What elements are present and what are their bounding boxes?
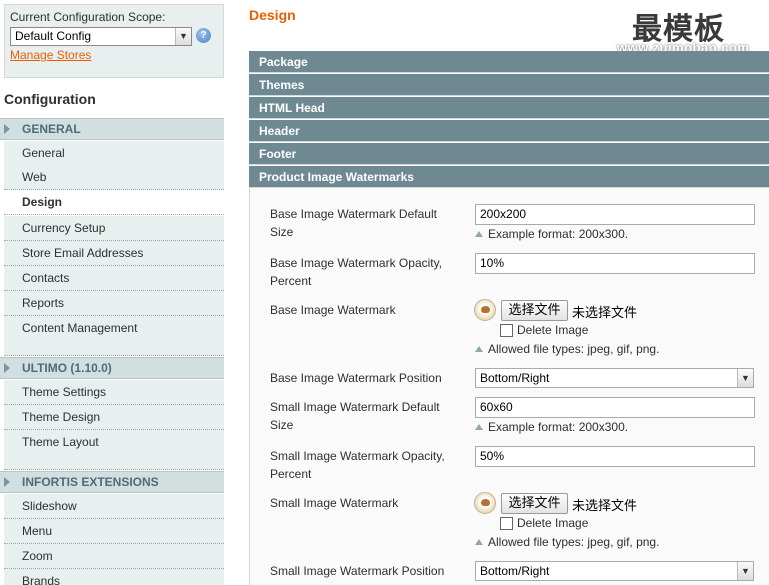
base-delete-checkbox[interactable] (500, 324, 513, 337)
sidebar-item-store-email-addresses[interactable]: Store Email Addresses (4, 241, 224, 266)
small-position-select[interactable]: Bottom/Right ▼ (475, 561, 754, 581)
small-size-hint: Example format: 200x300. (475, 420, 628, 434)
triangle-up-icon (475, 231, 483, 237)
base-opacity-input[interactable]: 10% (475, 253, 755, 274)
sidebar-item-slideshow[interactable]: Slideshow (4, 494, 224, 519)
triangle-up-icon (475, 424, 483, 430)
fieldset-themes[interactable]: Themes (249, 74, 769, 96)
sidebar-item-zoom[interactable]: Zoom (4, 544, 224, 569)
scope-label: Current Configuration Scope: (10, 10, 166, 24)
base-size-hint: Example format: 200x300. (475, 227, 628, 241)
triangle-up-icon (475, 539, 483, 545)
small-position-label: Small Image Watermark Position (270, 564, 445, 578)
hint-text: Allowed file types: jpeg, gif, png. (488, 535, 660, 549)
image-preview-icon[interactable] (474, 492, 496, 514)
sidebar-section-general[interactable]: GENERAL (0, 118, 224, 140)
base-file-button[interactable]: 选择文件 (501, 300, 568, 321)
base-opacity-label: Base Image Watermark Opacity, Percent (270, 256, 443, 288)
small-opacity-label: Small Image Watermark Opacity, Percent (270, 449, 445, 481)
sidebar-item-content-management[interactable]: Content Management (4, 316, 224, 356)
base-position-value: Bottom/Right (480, 371, 550, 385)
image-preview-icon[interactable] (474, 299, 496, 321)
fieldset-header[interactable]: Header (249, 120, 769, 142)
sidebar-item-web[interactable]: Web (4, 165, 224, 190)
sidebar-item-theme-layout[interactable]: Theme Layout (4, 430, 224, 470)
small-opacity-input[interactable]: 50% (475, 446, 755, 467)
fieldset-package[interactable]: Package (249, 51, 769, 73)
triangle-up-icon (475, 346, 483, 352)
sidebar-item-contacts[interactable]: Contacts (4, 266, 224, 291)
chevron-down-icon: ▼ (175, 28, 191, 45)
sidebar-item-menu[interactable]: Menu (4, 519, 224, 544)
base-file-status: 未选择文件 (572, 306, 638, 321)
sidebar: Current Configuration Scope: Default Con… (0, 0, 224, 585)
triangle-right-icon (4, 363, 10, 373)
sidebar-item-currency-setup[interactable]: Currency Setup (4, 216, 224, 241)
sidebar-section-ultimo[interactable]: ULTIMO (1.10.0) (0, 357, 224, 379)
scope-select-value: Default Config (15, 29, 92, 43)
small-delete-label[interactable]: Delete Image (517, 516, 588, 530)
sidebar-title: Configuration (0, 80, 224, 118)
base-size-input[interactable]: 200x200 (475, 204, 755, 225)
triangle-right-icon (4, 124, 10, 134)
small-file-button[interactable]: 选择文件 (501, 493, 568, 514)
small-delete-checkbox[interactable] (500, 517, 513, 530)
chevron-down-icon: ▼ (737, 562, 753, 580)
small-size-label: Small Image Watermark Default Size (270, 400, 440, 432)
sidebar-item-theme-design[interactable]: Theme Design (4, 405, 224, 430)
help-icon[interactable]: ? (196, 28, 211, 43)
base-allowed-hint: Allowed file types: jpeg, gif, png. (475, 342, 659, 356)
chevron-down-icon: ▼ (737, 369, 753, 387)
sidebar-item-design[interactable]: Design (4, 190, 224, 215)
small-watermark-label: Small Image Watermark (270, 496, 399, 510)
scope-select[interactable]: Default Config ▼ (10, 27, 192, 46)
manage-stores-link[interactable]: Manage Stores (10, 48, 91, 62)
sidebar-item-reports[interactable]: Reports (4, 291, 224, 316)
base-position-select[interactable]: Bottom/Right ▼ (475, 368, 754, 388)
fieldset-html-head[interactable]: HTML Head (249, 97, 769, 119)
base-position-label: Base Image Watermark Position (270, 371, 442, 385)
sidebar-section-infortis-extensions[interactable]: INFORTIS EXTENSIONS (0, 471, 224, 493)
base-watermark-label: Base Image Watermark (270, 303, 396, 317)
small-file-status: 未选择文件 (572, 499, 638, 514)
sidebar-section-label: INFORTIS EXTENSIONS (22, 475, 159, 489)
hint-text: Example format: 200x300. (488, 420, 629, 434)
fieldset-footer[interactable]: Footer (249, 143, 769, 165)
small-allowed-hint: Allowed file types: jpeg, gif, png. (475, 535, 659, 549)
triangle-right-icon (4, 477, 10, 487)
fieldset-product-image-watermarks[interactable]: Product Image Watermarks (249, 166, 769, 188)
sidebar-item-brands[interactable]: Brands (4, 569, 224, 585)
sidebar-section-label: ULTIMO (1.10.0) (22, 361, 112, 375)
sidebar-item-theme-settings[interactable]: Theme Settings (4, 380, 224, 405)
sidebar-item-general[interactable]: General (4, 141, 224, 166)
hint-text: Allowed file types: jpeg, gif, png. (488, 342, 660, 356)
small-position-value: Bottom/Right (480, 564, 550, 578)
sidebar-section-label: GENERAL (22, 122, 81, 136)
base-delete-label[interactable]: Delete Image (517, 323, 588, 337)
page-title: Design (249, 7, 296, 23)
base-size-label: Base Image Watermark Default Size (270, 207, 437, 239)
small-size-input[interactable]: 60x60 (475, 397, 755, 418)
hint-text: Example format: 200x300. (488, 227, 629, 241)
